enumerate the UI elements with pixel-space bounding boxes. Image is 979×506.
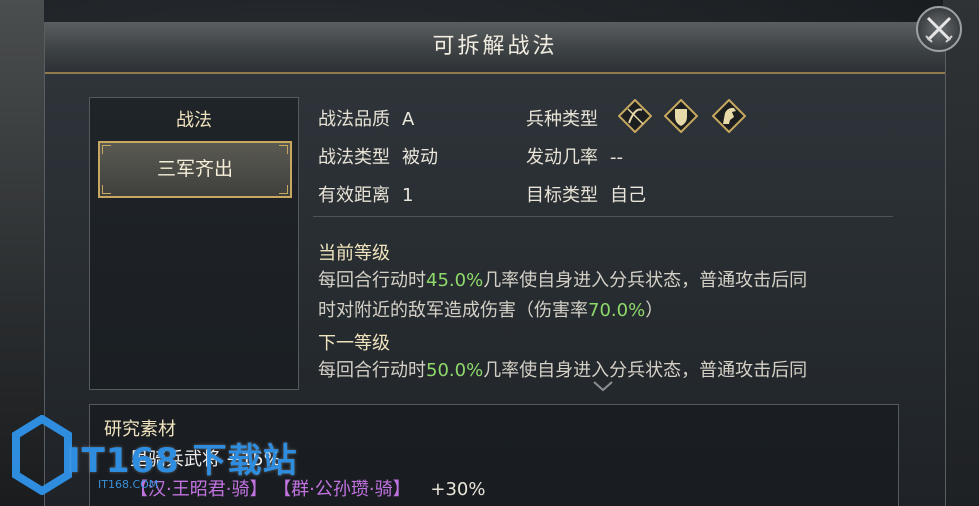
watermark-logo-icon — [12, 415, 72, 495]
skill-item-sanjun-qichu[interactable]: 三军齐出 — [98, 141, 292, 198]
attr-range: 有效距离 1 — [318, 181, 413, 207]
current-level-text-c: 时对附近的敌军造成伤害（伤害率 — [318, 300, 588, 321]
attr-quality-value: A — [402, 109, 415, 130]
material-bonus: +30% — [430, 479, 486, 500]
current-level-damage-rate: 70.0% — [588, 300, 646, 321]
attr-rate-value: -- — [610, 147, 623, 168]
next-level-title: 下一等级 — [318, 333, 390, 354]
current-level-line-2: 时对附近的敌军造成伤害（伤害率70.0%） — [318, 296, 898, 326]
current-level-text-a: 每回合行动时 — [318, 270, 426, 291]
watermark: IT168 下载站 IT168.COM — [12, 415, 297, 506]
attr-range-value: 1 — [402, 185, 414, 206]
attr-range-label: 有效距离 — [318, 185, 390, 206]
crossed-swords-close-icon — [925, 16, 953, 43]
current-level-title: 当前等级 — [318, 243, 390, 264]
shield-icon — [664, 99, 698, 133]
skill-list-panel: 战法 三军齐出 — [89, 97, 299, 390]
cavalry-icon — [712, 99, 746, 133]
skill-list-title: 战法 — [176, 110, 212, 131]
current-level-line-1: 每回合行动时45.0%几率使自身进入分兵状态，普通攻击后同 — [318, 266, 898, 296]
current-level-text-b: 几率使自身进入分兵状态，普通攻击后同 — [483, 270, 808, 291]
attr-troop: 兵种类型 — [526, 105, 598, 131]
watermark-subtext: IT168.COM — [98, 478, 159, 491]
material-tag-gongsun-zan[interactable]: 【群·公孙瓒·骑】 — [273, 479, 410, 500]
scroll-down-icon[interactable] — [592, 380, 614, 392]
attr-rate: 发动几率 -- — [526, 143, 623, 169]
next-level-text-a: 每回合行动时 — [318, 360, 426, 381]
attr-target-value: 自己 — [610, 185, 646, 206]
current-level-chance: 45.0% — [426, 270, 484, 291]
dialog-header: 可拆解战法 — [45, 22, 945, 74]
attr-troop-label: 兵种类型 — [526, 109, 598, 130]
attr-quality-label: 战法品质 — [318, 109, 390, 130]
dialog-title: 可拆解战法 — [432, 34, 558, 59]
attr-type-label: 战法类型 — [318, 147, 390, 168]
attributes-divider — [313, 216, 893, 217]
next-level-chance: 50.0% — [426, 360, 484, 381]
archer-icon — [618, 99, 652, 133]
attr-type: 战法类型 被动 — [318, 143, 438, 169]
watermark-text: IT168 下载站 — [68, 441, 298, 481]
current-level-text-d: ） — [645, 300, 664, 321]
background-right — [943, 0, 979, 506]
attr-type-value: 被动 — [402, 147, 438, 168]
attr-rate-label: 发动几率 — [526, 147, 598, 168]
attr-target: 目标类型 自己 — [526, 181, 646, 207]
skill-item-label: 三军齐出 — [156, 158, 233, 180]
attr-target-label: 目标类型 — [526, 185, 598, 206]
attr-quality: 战法品质 A — [318, 105, 414, 131]
close-button[interactable] — [916, 6, 962, 52]
next-level-text-b: 几率使自身进入分兵状态，普通攻击后同 — [483, 360, 808, 381]
